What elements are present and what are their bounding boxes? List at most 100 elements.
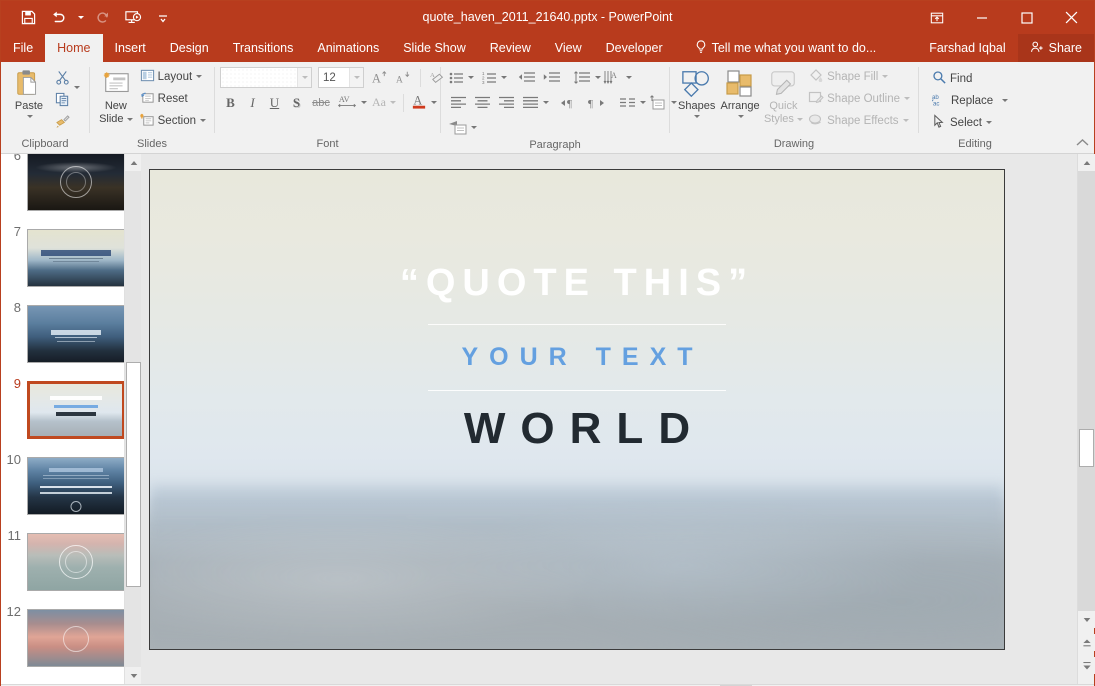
slide-headline-line[interactable]: WORLD — [449, 407, 705, 451]
align-right-button[interactable] — [494, 92, 518, 113]
undo-dropdown-button[interactable] — [75, 5, 86, 31]
shapes-caret[interactable] — [694, 115, 701, 118]
next-slide-button[interactable] — [1078, 657, 1095, 674]
slide-area-scrollbar[interactable] — [1077, 154, 1095, 684]
bullets-caret[interactable] — [468, 76, 474, 79]
shape-fill-button[interactable]: Shape Fill — [805, 66, 913, 87]
arrange-button[interactable]: Arrange — [718, 65, 761, 118]
convert-to-smartart-button[interactable] — [446, 117, 470, 138]
thumbnail-pane-scrollbar[interactable] — [124, 154, 141, 684]
maximize-button[interactable] — [1004, 1, 1049, 34]
thumbnail-slide-9[interactable]: 9 — [1, 372, 141, 448]
shape-effects-button[interactable]: Shape Effects — [805, 110, 913, 131]
select-caret[interactable] — [985, 121, 992, 124]
tab-insert[interactable]: Insert — [103, 34, 158, 62]
tab-design[interactable]: Design — [158, 34, 221, 62]
replace-button[interactable]: ab ac Replace — [929, 90, 1011, 111]
line-spacing-button[interactable] — [569, 67, 594, 88]
decrease-font-size-button[interactable]: A — [393, 67, 414, 88]
character-spacing-caret[interactable] — [361, 101, 367, 104]
justify-button[interactable] — [518, 92, 542, 113]
text-direction-button[interactable]: A — [601, 67, 625, 88]
slide-scroll-thumb[interactable] — [1079, 429, 1094, 467]
tab-slide-show[interactable]: Slide Show — [391, 34, 478, 62]
align-left-button[interactable] — [446, 92, 470, 113]
layout-button[interactable]: Layout — [137, 66, 209, 87]
tell-me-search[interactable]: Tell me what you want to do... — [685, 34, 887, 62]
thumbnail-image[interactable] — [27, 305, 125, 363]
align-center-button[interactable] — [470, 92, 494, 113]
character-spacing-button[interactable]: AV — [335, 92, 369, 113]
slide-scroll-up-button[interactable] — [1078, 154, 1095, 171]
shape-outline-caret[interactable] — [904, 97, 911, 100]
tab-developer[interactable]: Developer — [594, 34, 675, 62]
share-button[interactable]: Share — [1017, 34, 1094, 62]
thumbnail-image[interactable] — [27, 609, 125, 667]
quick-styles-caret[interactable] — [796, 118, 803, 121]
thumbnail-slide-11[interactable]: 11 — [1, 524, 141, 600]
slide-scroll-down-button[interactable] — [1078, 611, 1095, 628]
reset-button[interactable]: Reset — [137, 88, 209, 109]
smartart-caret[interactable] — [471, 126, 477, 129]
tab-file[interactable]: File — [1, 34, 45, 62]
find-button[interactable]: Find — [929, 68, 975, 89]
pane-splitter[interactable] — [141, 154, 149, 684]
thumbnail-slide-8[interactable]: 8 — [1, 296, 141, 372]
redo-button[interactable] — [90, 5, 116, 31]
increase-font-size-button[interactable]: A — [370, 67, 391, 88]
thumbnail-image[interactable] — [27, 229, 125, 287]
shape-outline-button[interactable]: Shape Outline — [805, 88, 913, 109]
tab-transitions[interactable]: Transitions — [221, 34, 306, 62]
layout-caret[interactable] — [196, 75, 203, 78]
cut-button[interactable] — [52, 67, 73, 88]
numbering-caret[interactable] — [501, 76, 507, 79]
section-button[interactable]: Section — [137, 110, 209, 131]
thumbnail-slide-6[interactable]: 6 — [1, 154, 141, 220]
quick-styles-button[interactable]: Quick Styles — [762, 65, 805, 126]
bullets-button[interactable] — [446, 67, 467, 88]
customize-quick-access-toolbar-button[interactable] — [150, 5, 176, 31]
slide-quote-line[interactable]: “QUOTE THIS” — [400, 264, 754, 302]
section-caret[interactable] — [200, 119, 206, 122]
align-text-button[interactable] — [646, 92, 670, 113]
strikethrough-button[interactable]: abc — [308, 92, 334, 113]
account-name[interactable]: Farshad Iqbal — [917, 41, 1017, 55]
shape-fill-caret[interactable] — [882, 75, 889, 78]
ribbon-display-options-button[interactable] — [914, 1, 959, 34]
thumbnail-slide-12[interactable]: 12 — [1, 600, 141, 676]
justify-caret[interactable] — [543, 101, 549, 104]
tab-view[interactable]: View — [543, 34, 594, 62]
copy-button[interactable] — [52, 89, 73, 110]
shape-effects-caret[interactable] — [902, 119, 909, 122]
font-name-combobox[interactable] — [220, 67, 312, 88]
paste-button[interactable]: Paste — [6, 65, 52, 118]
current-slide[interactable]: “QUOTE THIS” YOUR TEXT WORLD — [149, 169, 1005, 650]
font-size-combobox[interactable]: 12 — [318, 67, 364, 88]
thumbnail-image[interactable] — [27, 533, 125, 591]
paste-dropdown-caret[interactable] — [26, 115, 33, 118]
minimize-button[interactable] — [959, 1, 1004, 34]
slide-subtitle-line[interactable]: YOUR TEXT — [450, 345, 703, 370]
font-color-caret[interactable] — [431, 101, 437, 104]
undo-button[interactable] — [45, 5, 71, 31]
start-from-beginning-button[interactable] — [120, 5, 146, 31]
font-color-button[interactable]: A — [409, 92, 439, 113]
italic-button[interactable]: I — [242, 92, 263, 113]
tab-home[interactable]: Home — [45, 34, 103, 62]
text-shadow-button[interactable]: S — [286, 92, 307, 113]
change-case-button[interactable]: Aa — [370, 92, 398, 113]
copy-dropdown-caret[interactable] — [74, 85, 80, 89]
thumbnail-slide-7[interactable]: 7 — [1, 220, 141, 296]
save-button[interactable] — [15, 5, 41, 31]
change-case-caret[interactable] — [390, 101, 396, 104]
underline-button[interactable]: U — [264, 92, 285, 113]
new-slide-button[interactable]: New Slide — [95, 65, 137, 126]
thumbnail-scroll-thumb[interactable] — [126, 362, 141, 587]
columns-button[interactable] — [615, 92, 639, 113]
thumbnail-scroll-up-button[interactable] — [125, 154, 141, 171]
format-painter-button[interactable] — [52, 111, 73, 132]
font-name-caret[interactable] — [297, 68, 311, 87]
select-button[interactable]: Select — [929, 112, 995, 133]
tab-animations[interactable]: Animations — [305, 34, 391, 62]
slide-scroll-track[interactable] — [1078, 171, 1095, 611]
